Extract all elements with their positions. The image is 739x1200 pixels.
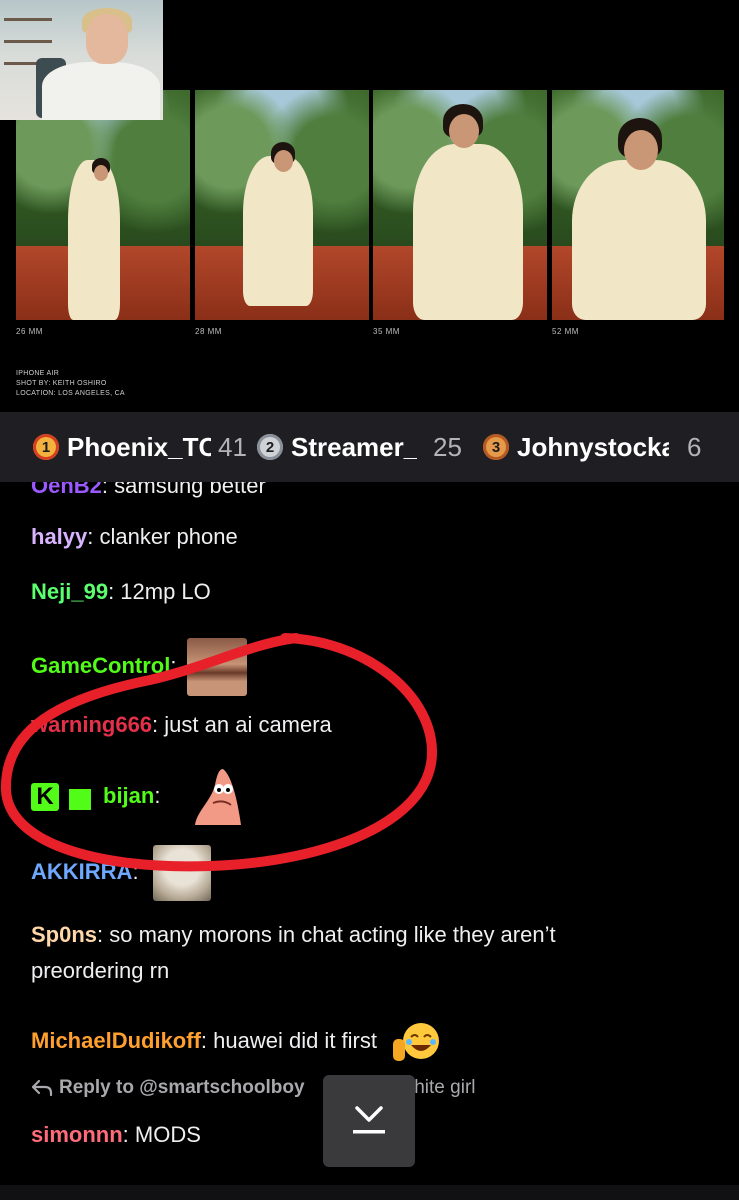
- chat-text: :: [132, 858, 139, 884]
- leaderboard-entry-3[interactable]: 3 Johnystocka 6: [483, 412, 701, 482]
- chat-username[interactable]: simonnn: [31, 1122, 123, 1147]
- chat-text: : 12mp LO: [108, 579, 211, 604]
- chat-message: AKKIRRA:: [31, 845, 211, 901]
- kick-badge-icon: K: [31, 783, 59, 811]
- chat-message: Neji_99: 12mp LO: [31, 574, 211, 610]
- chat-message: MichaelDudikoff: huawei did it first: [31, 1017, 441, 1067]
- focal-label: 52 MM: [552, 327, 579, 336]
- photo-28mm: [195, 90, 369, 320]
- photo-26mm: [16, 90, 190, 320]
- chat-username[interactable]: bijan: [103, 783, 154, 808]
- gift-badge-icon: [67, 784, 93, 810]
- stream-view: 26 MM 28 MM 35 MM 52 MM IPHONE AIR SHOT …: [0, 0, 739, 412]
- monkey-emote: [152, 845, 211, 901]
- leaderboard-count: 25: [433, 431, 462, 462]
- chat-input-edge: [0, 1185, 739, 1200]
- leaderboard-name: Johnystocka: [517, 431, 669, 462]
- chat-text: :: [154, 782, 161, 808]
- patrick-emote: [194, 769, 241, 825]
- streamer-webcam: [0, 0, 163, 120]
- credit-line: LOCATION: LOS ANGELES, CA: [16, 390, 125, 397]
- leaderboard-entry-1[interactable]: 1 Phoenix_TC 41: [33, 412, 249, 482]
- chat-username[interactable]: MichaelDudikoff: [31, 1028, 201, 1053]
- credit-line: SHOT BY: KEITH OSHIRO: [16, 380, 107, 387]
- scroll-down-icon: [353, 1106, 385, 1134]
- chat-message: Sp0ns: so many morons in chat acting lik…: [31, 917, 556, 953]
- chat-text: : MODS: [122, 1122, 201, 1147]
- focal-label: 26 MM: [16, 327, 43, 336]
- laughing-clap-emoji: [393, 1023, 440, 1061]
- leaderboard-count: 6: [687, 431, 702, 462]
- gold-medal-icon: 1: [33, 434, 59, 460]
- focal-label: 35 MM: [373, 327, 400, 336]
- chat-message: simonnn: MODS: [31, 1117, 201, 1153]
- chat-username[interactable]: Neji_99: [31, 579, 108, 604]
- chat-message: OenB2: samsung better: [31, 482, 266, 504]
- chat-message: warning666: just an ai camera: [31, 707, 332, 743]
- chat-text: : so many morons in chat acting like the…: [97, 922, 556, 947]
- chat-username[interactable]: OenB2: [31, 482, 102, 498]
- bronze-medal-icon: 3: [483, 434, 509, 460]
- focal-label: 28 MM: [195, 327, 222, 336]
- chat-message-continued: preordering rn: [31, 953, 169, 989]
- chat-text: :: [170, 652, 177, 678]
- chat-text: : samsung better: [101, 482, 266, 498]
- chat-message: halyy: clanker phone: [31, 519, 238, 555]
- photo-52mm: [552, 90, 724, 320]
- silver-medal-icon: 2: [257, 434, 283, 460]
- reply-target: Reply to @smartschoolboy: [59, 1077, 305, 1098]
- leaderboard-count: 41: [218, 431, 247, 462]
- chat-username[interactable]: halyy: [31, 524, 87, 549]
- leaderboard-name: Streamer_: [291, 431, 417, 462]
- leaderboard-entry-2[interactable]: 2 Streamer_ 25: [257, 412, 479, 482]
- chat-text: preordering rn: [31, 958, 170, 983]
- chat-username[interactable]: AKKIRRA: [31, 859, 132, 884]
- photo-credits: IPHONE AIR SHOT BY: KEITH OSHIRO LOCATIO…: [16, 369, 125, 399]
- chat-username[interactable]: warning666: [31, 712, 152, 737]
- chat-text: : just an ai camera: [152, 712, 332, 737]
- credit-line: IPHONE AIR: [16, 370, 60, 377]
- face-emote: [186, 638, 247, 696]
- reply-arrow-icon: [31, 1079, 53, 1097]
- photo-35mm: [373, 90, 547, 320]
- scroll-to-bottom-button[interactable]: [323, 1075, 415, 1167]
- chat-message: GameControl:: [31, 638, 247, 696]
- gifter-leaderboard: 1 Phoenix_TC 41 2 Streamer_ 25 3 Johnyst…: [0, 412, 739, 482]
- chat-username[interactable]: GameControl: [31, 653, 170, 678]
- chat-text: : huawei did it first: [200, 1027, 377, 1053]
- chat-text: : clanker phone: [87, 524, 238, 549]
- leaderboard-name: Phoenix_TC: [67, 431, 211, 462]
- chat-message: Kbijan:: [31, 767, 243, 827]
- chat-username[interactable]: Sp0ns: [31, 922, 97, 947]
